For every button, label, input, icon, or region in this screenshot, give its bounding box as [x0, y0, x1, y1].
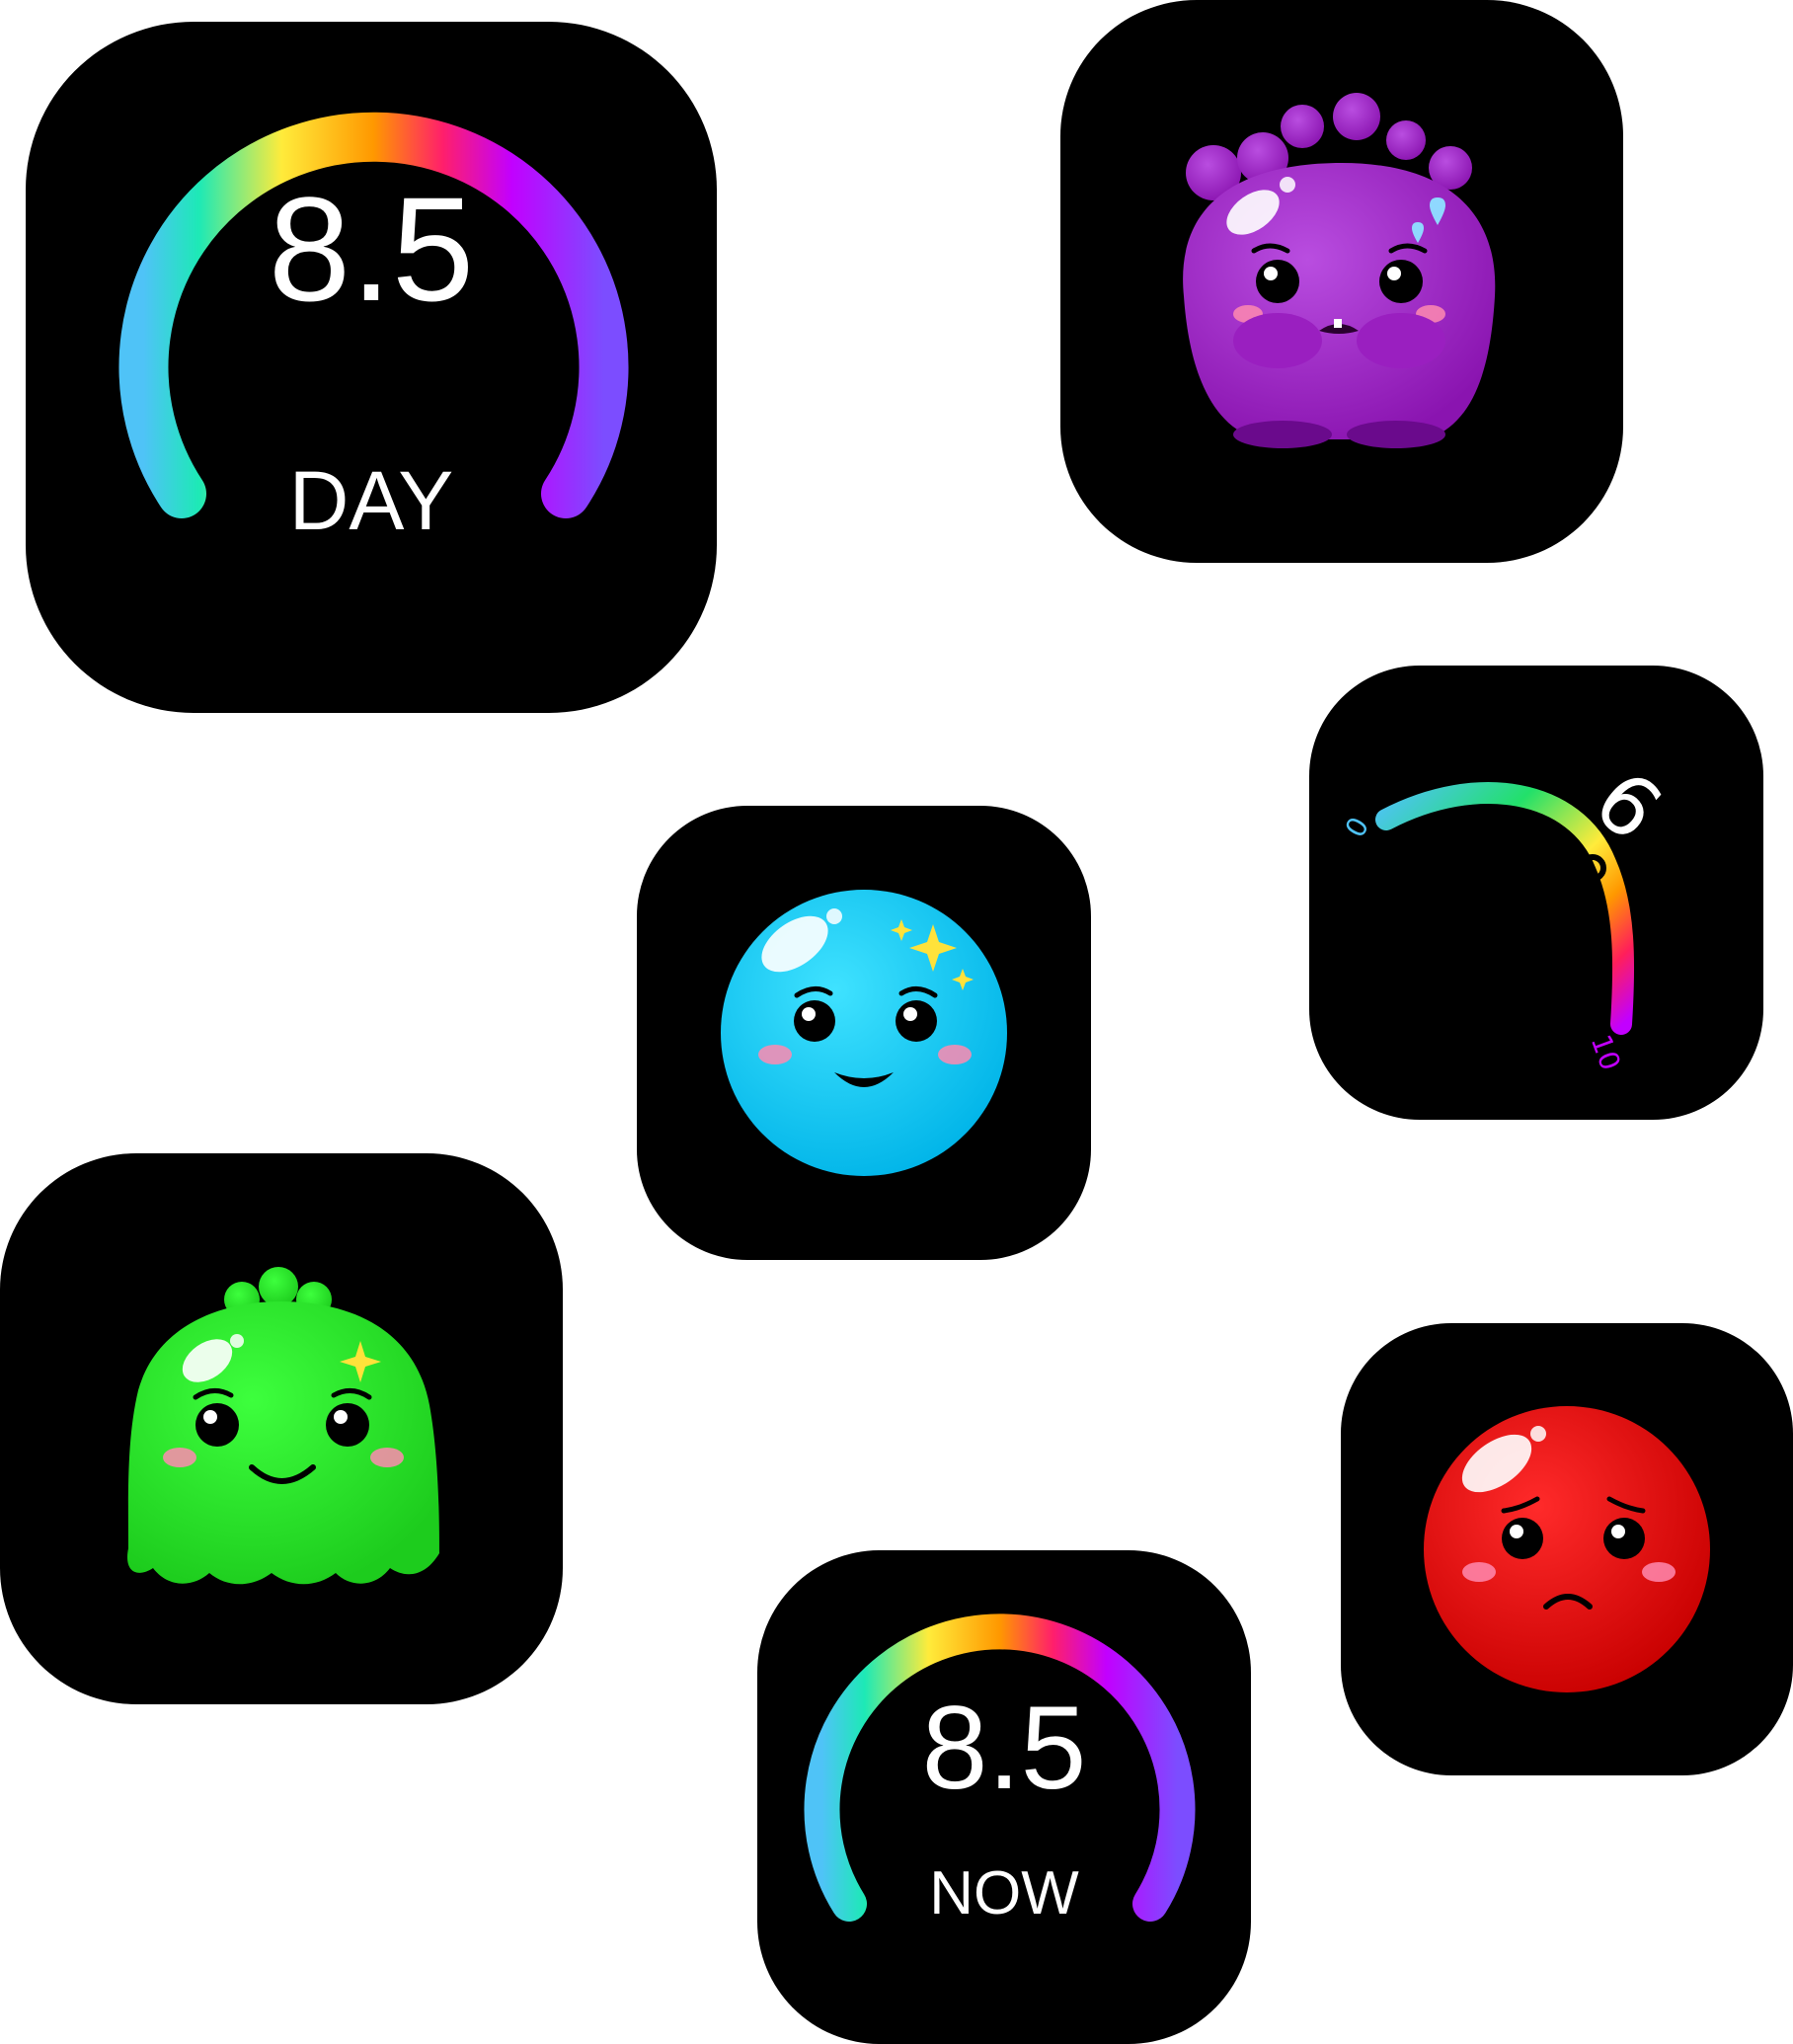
arc-gauge [1375, 782, 1635, 1035]
day-score-label: DAY [288, 454, 454, 547]
now-score-widget[interactable]: 8.5 NOW [757, 1550, 1251, 2044]
blue-ball-widget[interactable] [637, 806, 1091, 1260]
arc-score-widget[interactable]: 6 0 10 [1309, 666, 1763, 1120]
purple-monster-icon [1183, 93, 1496, 448]
day-score-value: 8.5 [268, 166, 475, 332]
blue-ball-icon [721, 890, 1007, 1176]
now-score-label: NOW [929, 1859, 1079, 1927]
purple-monster-widget[interactable] [1060, 0, 1623, 563]
now-score-value: 8.5 [921, 1682, 1087, 1814]
green-monster-widget[interactable] [0, 1153, 563, 1704]
red-ball-icon [1424, 1406, 1710, 1692]
green-monster-icon [127, 1267, 440, 1585]
day-gauge-arc [118, 112, 629, 518]
red-ball-widget[interactable] [1341, 1323, 1793, 1775]
day-score-widget[interactable]: 8.5 DAY [26, 22, 717, 713]
